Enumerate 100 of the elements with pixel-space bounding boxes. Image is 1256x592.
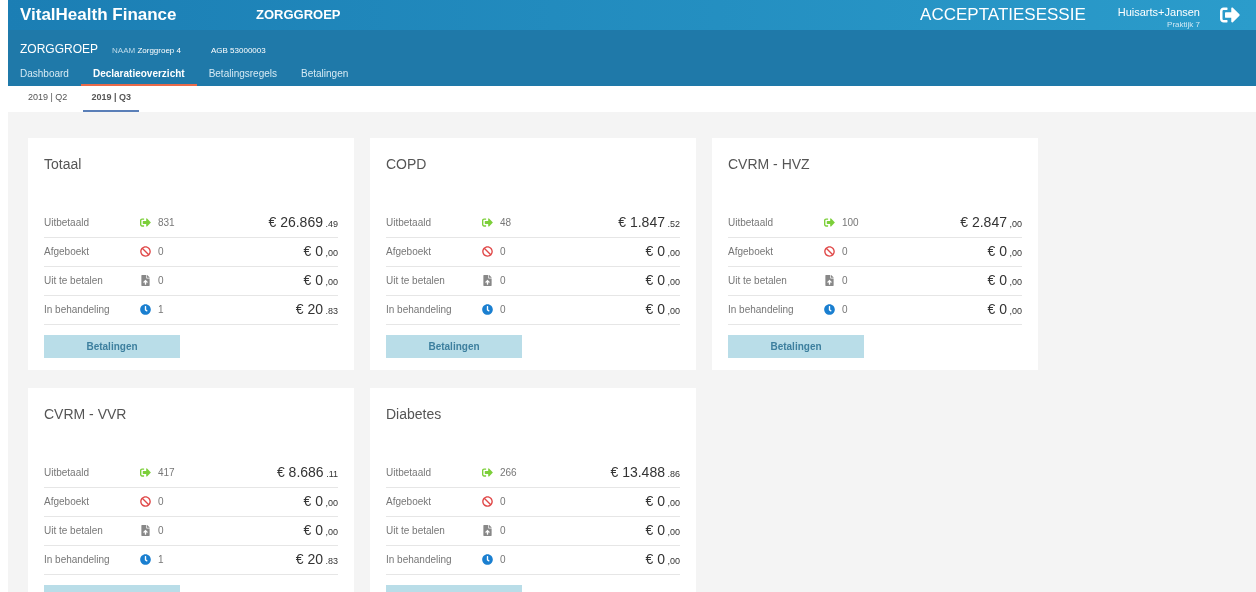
row-count: 0: [842, 245, 849, 260]
row-amount: € 0 ,00: [645, 521, 680, 541]
brand-title: VitalHealth Finance: [20, 4, 178, 27]
row-count: 0: [500, 553, 507, 568]
row-amount: € 13.488 .86: [610, 463, 680, 483]
nav-tab[interactable]: Betalingen: [289, 63, 361, 86]
row-amount: € 0 ,00: [303, 492, 338, 512]
row-label: Uit te betalen: [44, 524, 104, 539]
exit-arrow-icon: [140, 217, 151, 229]
row-label: In behandeling: [728, 303, 795, 318]
row-amount: € 0 ,00: [987, 242, 1022, 262]
row-amount: € 2.847 ,00: [960, 213, 1022, 233]
row-label: Uit te betalen: [386, 274, 446, 289]
period-tab[interactable]: 2019 | Q3: [83, 85, 139, 112]
session-label: ACCEPTATIESESSIE: [920, 4, 1086, 27]
exit-arrow-icon: [482, 217, 493, 229]
row-count: 0: [500, 495, 507, 510]
org-agb: AGB 53000003: [210, 44, 266, 57]
row-label: In behandeling: [386, 553, 453, 568]
row-count: 266: [500, 466, 518, 481]
row-amount: € 0 ,00: [645, 550, 680, 570]
row-count: 0: [500, 274, 507, 289]
row-label: Afgeboekt: [44, 495, 91, 510]
row-label: Uitbetaald: [386, 216, 433, 231]
row-amount: € 0 ,00: [303, 242, 338, 262]
nav-tab[interactable]: Betalingsregels: [196, 63, 289, 86]
row-label: Uitbetaald: [44, 466, 91, 481]
clock-icon: [140, 304, 151, 316]
row-label: Afgeboekt: [728, 245, 775, 260]
row-label: In behandeling: [44, 553, 111, 568]
row-label: Uitbetaald: [44, 216, 91, 231]
period-tab[interactable]: 2019 | Q2: [20, 85, 76, 112]
row-label: Afgeboekt: [44, 245, 91, 260]
row-amount: € 26.869 .49: [268, 213, 338, 233]
row-amount: € 0 ,00: [303, 521, 338, 541]
row-amount: € 0 ,00: [987, 271, 1022, 291]
row-count: 0: [842, 303, 849, 318]
row-count: 0: [842, 274, 849, 289]
clock-icon: [482, 304, 493, 316]
user-name: Huisarts+Jansen: [1117, 6, 1200, 20]
row-count: 1: [158, 303, 165, 318]
row-count: 48: [500, 216, 513, 231]
prohibited-icon: [140, 246, 151, 258]
row-count: 1: [158, 553, 165, 568]
prohibited-icon: [482, 496, 493, 508]
row-label: Afgeboekt: [386, 495, 433, 510]
payments-button[interactable]: Betalingen: [44, 334, 180, 358]
exit-arrow-icon: [824, 217, 835, 229]
exit-arrow-icon: [482, 467, 493, 479]
row-label: Uit te betalen: [728, 274, 788, 289]
card-title: COPD: [386, 154, 428, 174]
card-title: CVRM - HVZ: [728, 154, 811, 174]
clock-icon: [140, 554, 151, 566]
row-amount: € 20 .83: [295, 300, 338, 320]
row-amount: € 0 ,00: [303, 271, 338, 291]
row-label: Uit te betalen: [386, 524, 446, 539]
row-count: 0: [500, 303, 507, 318]
prohibited-icon: [482, 246, 493, 258]
upload-icon: [140, 525, 151, 537]
row-amount: € 0 ,00: [645, 492, 680, 512]
row-amount: € 20 .83: [295, 550, 338, 570]
practice-name: Praktijk 7: [1167, 19, 1200, 30]
row-amount: € 0 ,00: [645, 271, 680, 291]
upload-icon: [482, 525, 493, 537]
row-label: Uitbetaald: [728, 216, 775, 231]
row-amount: € 0 ,00: [987, 300, 1022, 320]
row-amount: € 8.686 .11: [276, 463, 338, 483]
row-amount: € 0 ,00: [645, 300, 680, 320]
payments-button[interactable]: Betalingen: [386, 334, 522, 358]
row-label: In behandeling: [386, 303, 453, 318]
prohibited-icon: [824, 246, 835, 258]
upload-icon: [824, 275, 835, 287]
row-label: Afgeboekt: [386, 245, 433, 260]
row-amount: € 0 ,00: [645, 242, 680, 262]
row-label: Uitbetaald: [386, 466, 433, 481]
exit-arrow-icon: [140, 467, 151, 479]
row-count: 0: [500, 245, 507, 260]
row-count: 0: [158, 245, 165, 260]
row-label: Uit te betalen: [44, 274, 104, 289]
row-count: 0: [158, 524, 165, 539]
clock-icon: [824, 304, 835, 316]
row-count: 0: [500, 524, 507, 539]
upload-icon: [140, 275, 151, 287]
card-title: CVRM - VVR: [44, 404, 128, 424]
prohibited-icon: [140, 496, 151, 508]
card-title: Diabetes: [386, 404, 443, 424]
section-title: ZORGGROEP: [256, 6, 341, 25]
row-count: 100: [842, 216, 860, 231]
row-amount: € 1.847 .52: [618, 213, 680, 233]
row-count: 417: [158, 466, 176, 481]
upload-icon: [482, 275, 493, 287]
row-count: 0: [158, 274, 165, 289]
row-count: 831: [158, 216, 176, 231]
card-title: Totaal: [44, 154, 83, 174]
payments-button[interactable]: Betalingen: [728, 334, 864, 358]
row-count: 0: [158, 495, 165, 510]
clock-icon: [482, 554, 493, 566]
org-title: ZORGGROEP: [20, 40, 98, 58]
nav-tab[interactable]: Dashboard: [20, 63, 81, 86]
org-name: NAAM Zorggroep 4: [112, 44, 181, 57]
